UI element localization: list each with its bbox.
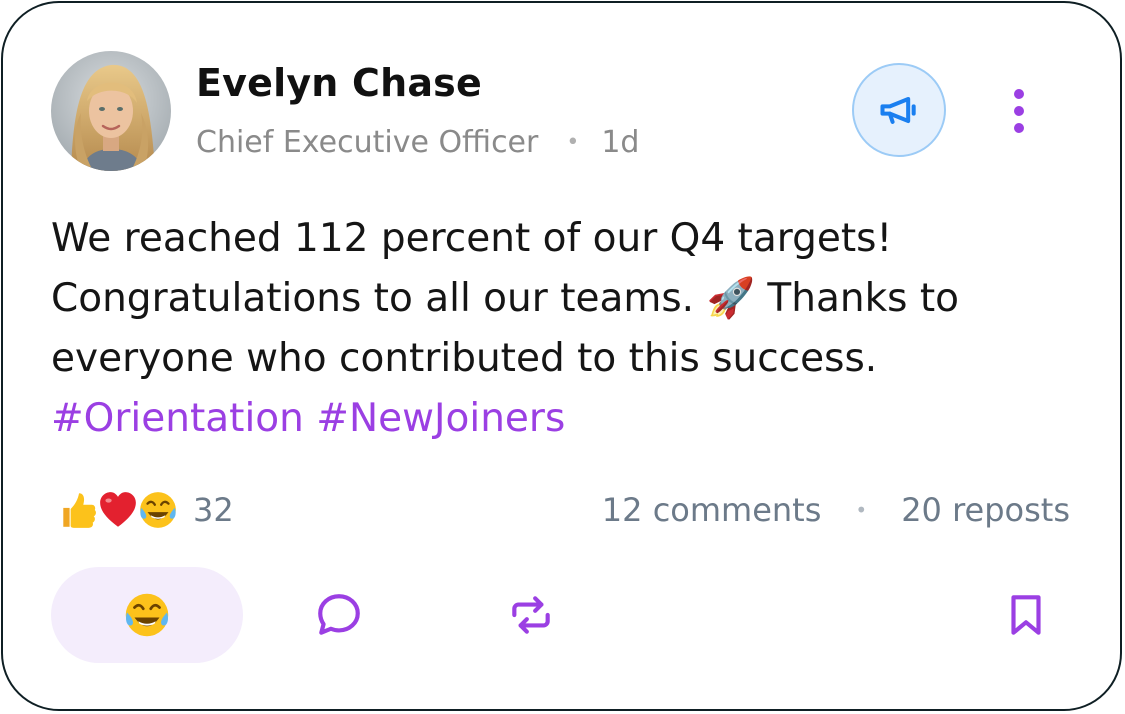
bookmark-icon (1011, 595, 1041, 635)
stats-separator: • (855, 498, 868, 522)
comment-button[interactable] (291, 567, 387, 663)
tears-of-joy-icon (125, 593, 169, 637)
react-button[interactable] (51, 567, 243, 663)
post-card: Evelyn Chase Chief Executive Officer • 1d … (1, 1, 1122, 711)
tears-of-joy-icon (140, 492, 176, 528)
author-name[interactable]: Evelyn Chase (196, 61, 482, 105)
more-vertical-icon (1014, 89, 1024, 133)
post-body: We reached 112 percent of our Q4 targets… (51, 209, 1051, 449)
megaphone-icon (880, 96, 916, 124)
comment-bubble-icon (318, 594, 360, 635)
avatar-photo (51, 51, 171, 171)
hashtag-newjoiners[interactable]: #NewJoiners (316, 396, 565, 441)
thumbs-up-icon (63, 493, 96, 528)
reaction-summary[interactable]: 32 (57, 487, 234, 533)
comments-count[interactable]: 12 comments (602, 491, 822, 529)
reposts-count[interactable]: 20 reposts (901, 491, 1070, 529)
red-heart-icon (100, 492, 136, 527)
post-action-bar (51, 567, 1051, 663)
author-meta: Chief Executive Officer • 1d (196, 125, 639, 160)
hashtag-list: #Orientation #NewJoiners (51, 389, 1051, 449)
announce-button[interactable] (852, 63, 946, 157)
repost-icon (512, 596, 550, 634)
reaction-count: 32 (193, 491, 234, 529)
post-text: We reached 112 percent of our Q4 targets… (51, 216, 960, 381)
engagement-stats: 12 comments • 20 reposts (602, 487, 1070, 533)
author-title: Chief Executive Officer (196, 125, 539, 160)
more-options-button[interactable] (999, 81, 1039, 141)
save-button[interactable] (978, 567, 1074, 663)
avatar[interactable] (51, 51, 171, 171)
hashtag-orientation[interactable]: #Orientation (51, 396, 304, 441)
meta-separator: • (566, 130, 580, 155)
post-time[interactable]: 1d (601, 125, 639, 160)
repost-button[interactable] (483, 567, 579, 663)
